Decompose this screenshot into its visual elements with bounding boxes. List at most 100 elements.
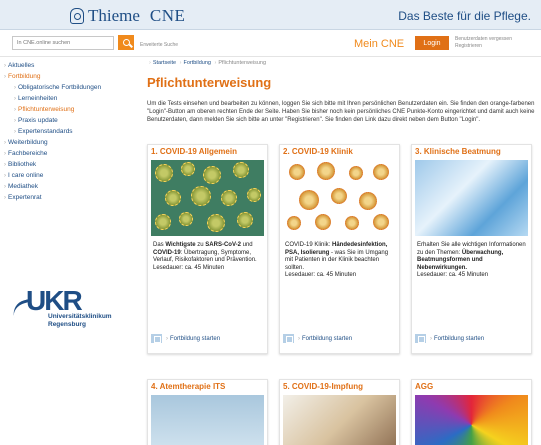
- virus-icon: [179, 212, 193, 226]
- card-text: Das: [153, 242, 166, 248]
- chevron-down-icon: ›: [4, 74, 6, 80]
- chevron-right-icon: ›: [14, 129, 16, 135]
- card-text-bold: COVID-19: [153, 249, 181, 256]
- chevron-right-icon: ›: [4, 173, 6, 179]
- sidebar-item-label: Weiterbildung: [8, 139, 48, 146]
- start-course-link[interactable]: › Fortbildung starten: [298, 336, 352, 342]
- sidebar-item-fachbereiche[interactable]: › Fachbereiche: [0, 148, 130, 159]
- forgot-credentials-link[interactable]: Benutzerdaten vergessen: [455, 36, 512, 43]
- mein-cne-label[interactable]: Mein CNE: [354, 38, 404, 50]
- sidebar-item-label: Lerneinheiten: [18, 95, 58, 102]
- sidebar-item-expertenstandards[interactable]: › Expertenstandards: [0, 126, 130, 137]
- sidebar-item-label: Expertenstandards: [18, 128, 73, 135]
- start-course-link[interactable]: › Fortbildung starten: [166, 336, 220, 342]
- course-card[interactable]: 5. COVID-19-Impfung: [279, 379, 400, 445]
- card-title[interactable]: 1. COVID-19 Allgemein: [148, 145, 267, 158]
- card-title[interactable]: 5. COVID-19-Impfung: [280, 380, 399, 393]
- sidebar-item-label: Praxis update: [18, 117, 58, 124]
- card-title[interactable]: 2. COVID-19 Klinik: [280, 145, 399, 158]
- chevron-right-icon: ›: [4, 140, 6, 146]
- sidebar-item-label: Obligatorische Fortbildungen: [18, 84, 102, 91]
- virus-icon: [287, 216, 301, 230]
- card-description: Das Wichtigste zu SARS-CoV-2 und COVID-1…: [148, 238, 267, 323]
- start-course-link[interactable]: › Fortbildung starten: [430, 336, 484, 342]
- chevron-right-icon: ›: [179, 60, 182, 66]
- ukr-logo[interactable]: UKR Universitätsklinikum Regensburg: [10, 285, 120, 335]
- start-course-button[interactable]: › Fortbildung starten: [415, 334, 484, 343]
- sidebar-item-bibliothek[interactable]: › Bibliothek: [0, 159, 130, 170]
- virus-icon: [289, 164, 305, 180]
- sidebar-nav: › Aktuelles › Fortbildung › Obligatorische …: [0, 60, 130, 328]
- card-duration: Lesedauer: ca. 45 Minuten: [417, 272, 489, 278]
- sidebar-item-aktuelles[interactable]: › Aktuelles: [0, 60, 130, 71]
- virus-icon: [237, 212, 253, 228]
- virus-icon: [331, 188, 347, 204]
- start-course-label: Fortbildung starten: [302, 335, 353, 342]
- virus-icon: [203, 166, 221, 184]
- card-text: zu: [195, 242, 206, 248]
- card-title[interactable]: 3. Klinische Beatmung: [412, 145, 531, 158]
- start-course-label: Fortbildung starten: [434, 335, 485, 342]
- chevron-right-icon: ›: [14, 107, 16, 113]
- card-image: [151, 160, 264, 236]
- start-course-button[interactable]: › Fortbildung starten: [283, 334, 352, 343]
- sidebar-item-i-care-online[interactable]: › I care online: [0, 170, 130, 181]
- sidebar-item-pflichtunterweisung[interactable]: › Pflichtunterweisung: [0, 104, 130, 115]
- card-image: [415, 160, 528, 236]
- search-button[interactable]: [118, 35, 134, 50]
- chevron-right-icon: ›: [149, 60, 151, 66]
- virus-icon: [207, 214, 225, 232]
- chevron-right-icon: ›: [14, 118, 16, 124]
- chevron-right-icon: ›: [4, 63, 6, 69]
- virus-icon: [359, 192, 377, 210]
- card-title[interactable]: 4. Atemtherapie ITS: [148, 380, 267, 393]
- sidebar-item-label: Fortbildung: [8, 73, 41, 80]
- course-start-icon: [283, 334, 294, 343]
- search-input[interactable]: [12, 36, 114, 50]
- course-start-icon: [151, 334, 162, 343]
- sidebar-item-expertenrat[interactable]: › Expertenrat: [0, 192, 130, 203]
- card-image: [283, 160, 396, 236]
- virus-icon: [247, 188, 261, 202]
- virus-icon: [221, 190, 237, 206]
- sidebar-item-praxis-update[interactable]: › Praxis update: [0, 115, 130, 126]
- card-image: [415, 395, 528, 445]
- chevron-right-icon: ›: [14, 96, 16, 102]
- card-duration: Lesedauer: ca. 45 Minuten: [153, 264, 225, 271]
- course-card[interactable]: 1. COVID-19 Allgemein Das Wichtigste zu …: [147, 144, 268, 354]
- card-description: COVID-19 Klinik: Händedesinfektion, PSA,…: [280, 238, 399, 323]
- sidebar-item-label: I care online: [8, 172, 44, 179]
- card-text: COVID-19 Klinik:: [285, 242, 333, 248]
- virus-icon: [315, 214, 331, 230]
- sidebar-item-mediathek[interactable]: › Mediathek: [0, 181, 130, 192]
- sidebar-item-weiterbildung[interactable]: › Weiterbildung: [0, 137, 130, 148]
- card-description: Erhalten Sie alle wichtigen Informatione…: [412, 238, 531, 323]
- course-card[interactable]: 2. COVID-19 Klinik COVID-19 Klinik: Händ…: [279, 144, 400, 354]
- virus-icon: [181, 162, 195, 176]
- brand-name: Thieme: [88, 6, 140, 25]
- thieme-logo[interactable]: Thieme CNE: [70, 6, 185, 26]
- advanced-search-link[interactable]: Erweiterte Suche: [140, 42, 178, 48]
- start-course-button[interactable]: › Fortbildung starten: [151, 334, 220, 343]
- course-card[interactable]: 3. Klinische Beatmung Erhalten Sie alle …: [411, 144, 532, 354]
- start-course-label: Fortbildung starten: [170, 335, 221, 342]
- breadcrumb-fortbildung[interactable]: Fortbildung: [183, 60, 211, 66]
- card-title[interactable]: AGG: [412, 380, 531, 393]
- breadcrumb-startseite[interactable]: Startseite: [153, 60, 176, 66]
- login-button[interactable]: Login: [415, 36, 449, 50]
- virus-icon: [233, 162, 249, 178]
- register-link[interactable]: Registrieren: [455, 43, 512, 50]
- chevron-right-icon: ›: [166, 335, 168, 342]
- virus-icon: [299, 190, 319, 210]
- sidebar-item-lerneinheiten[interactable]: › Lerneinheiten: [0, 93, 130, 104]
- course-card[interactable]: AGG: [411, 379, 532, 445]
- sidebar-item-obligatorische[interactable]: › Obligatorische Fortbildungen: [0, 82, 130, 93]
- virus-icon: [317, 162, 335, 180]
- brand-suffix: CNE: [149, 6, 186, 25]
- virus-icon: [349, 166, 363, 180]
- account-links: Benutzerdaten vergessen Registrieren: [455, 36, 512, 50]
- course-start-icon: [415, 334, 426, 343]
- sidebar-item-fortbildung[interactable]: › Fortbildung: [0, 71, 130, 82]
- toolbar: Erweiterte Suche Mein CNE Login Benutzer…: [0, 31, 541, 57]
- course-card[interactable]: 4. Atemtherapie ITS: [147, 379, 268, 445]
